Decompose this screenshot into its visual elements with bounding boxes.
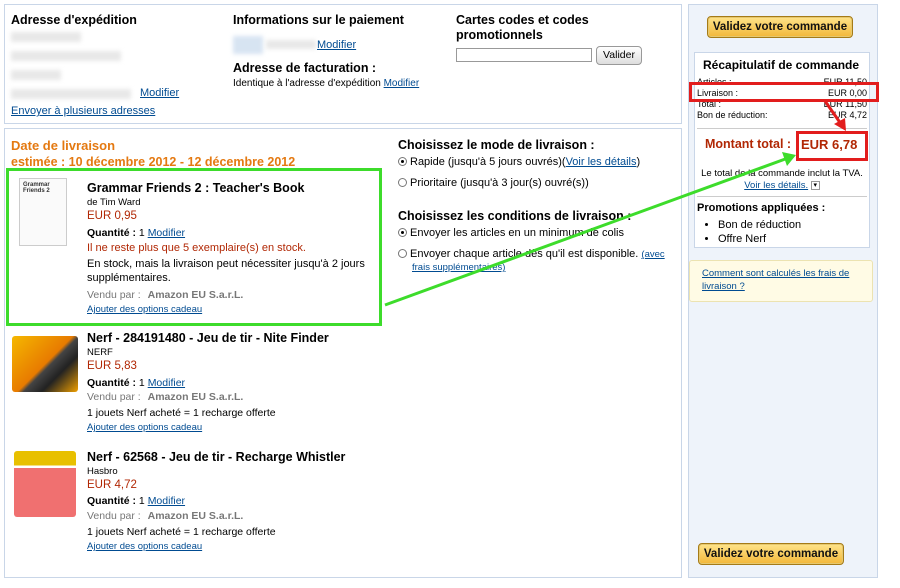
annotation-arrow-overlay <box>384 100 846 307</box>
red-arrow-line <box>823 100 843 125</box>
green-arrow-line <box>384 156 789 307</box>
